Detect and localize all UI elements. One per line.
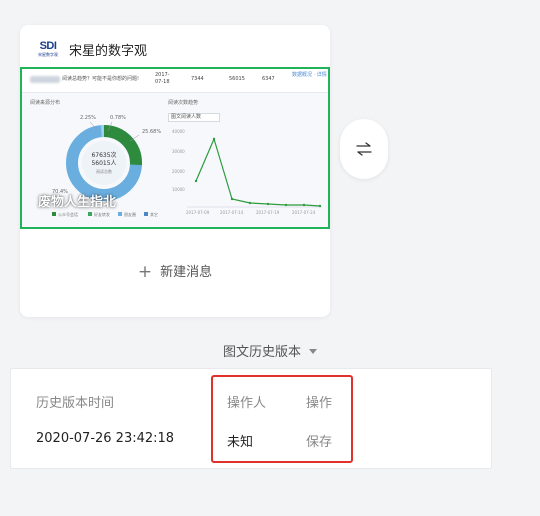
article-card: SDI 宋星数字观 宋星的数字观 阅读总趋势？可能不是你想的问题! 2017-0… [20, 25, 330, 317]
article-cover-image[interactable]: 阅读总趋势？可能不是你想的问题! 2017-07-18 7344 56015 6… [20, 67, 330, 229]
cover-watermark: 废物人生指北 [38, 195, 117, 210]
history-table: 历史版本时间 操作人 操作 2020-07-26 23:42:18 未知 保存 [10, 368, 492, 469]
swap-arrows-icon [356, 142, 372, 156]
swap-button[interactable] [340, 119, 388, 179]
legend-swatch-1 [52, 212, 56, 216]
legend-swatch-4 [144, 212, 148, 216]
row-time: 2020-07-26 23:42:18 [36, 431, 175, 446]
plus-icon: + [137, 262, 153, 282]
new-message-button[interactable]: + 新建消息 [20, 261, 330, 282]
history-version-toggle[interactable]: 图文历史版本 [0, 341, 540, 360]
highlight-box [211, 375, 353, 463]
history-toggle-label: 图文历史版本 [222, 345, 301, 360]
account-logo: SDI 宋星数字观 [38, 40, 58, 58]
account-header: SDI 宋星数字观 宋星的数字观 [37, 39, 147, 59]
line-chart-points [194, 137, 322, 208]
donut-labels: 67635次 56015人 阅读总数 [91, 152, 117, 174]
account-name: 宋星的数字观 [69, 43, 148, 59]
line-chart-series [195, 137, 321, 207]
new-message-label: 新建消息 [160, 265, 213, 280]
legend-swatch-2 [88, 212, 92, 216]
header-time: 历史版本时间 [36, 396, 115, 411]
legend-swatch-3 [118, 212, 122, 216]
caret-down-icon [309, 349, 317, 354]
